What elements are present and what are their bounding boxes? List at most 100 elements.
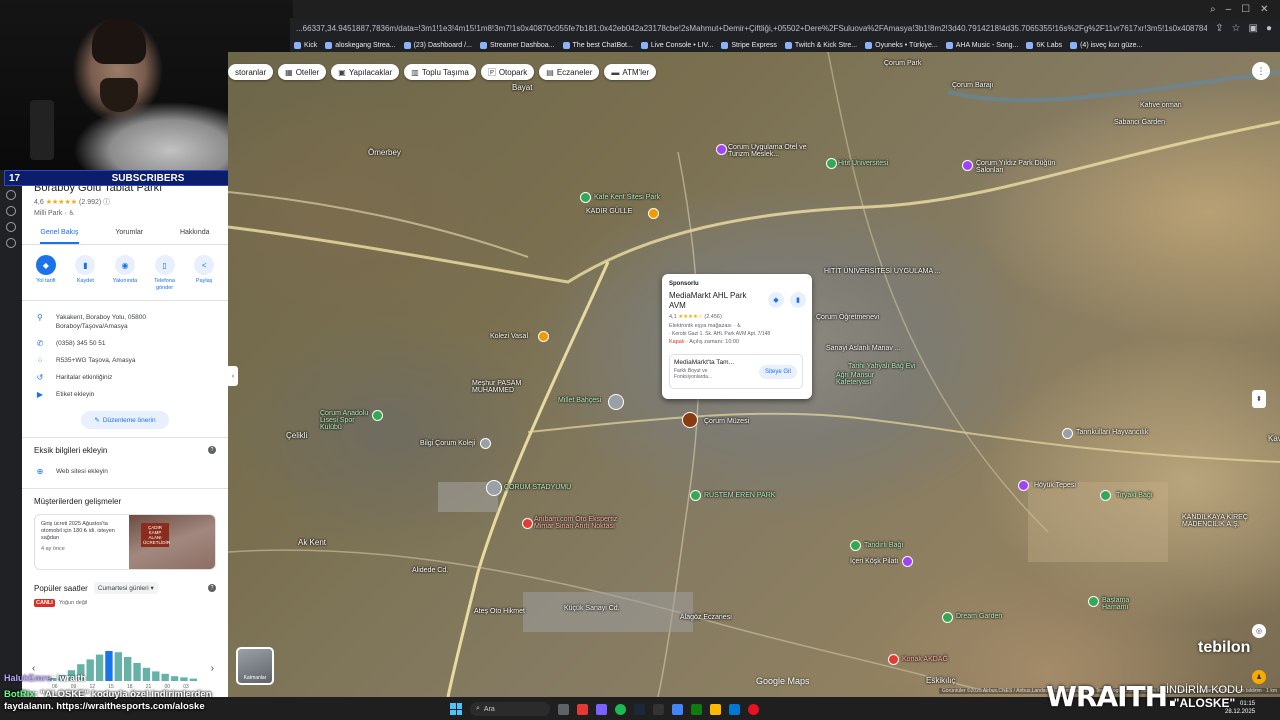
garden-pin[interactable]: [942, 612, 953, 623]
action-2[interactable]: ◉ Yakınında: [107, 255, 143, 292]
extension-icon[interactable]: ▣: [1249, 23, 1258, 34]
windows-start-icon[interactable]: [450, 703, 462, 715]
taskbar-search[interactable]: ⌕ Ara: [470, 702, 550, 716]
tab-about[interactable]: Hakkında: [180, 229, 210, 244]
tab-reviews[interactable]: Yorumlar: [115, 229, 143, 244]
park-pin[interactable]: [690, 490, 701, 501]
school-pin[interactable]: [716, 144, 727, 155]
folder-icon[interactable]: [710, 703, 721, 715]
steam-icon[interactable]: [634, 703, 645, 715]
school-pin[interactable]: [480, 438, 491, 449]
recent-icon[interactable]: [6, 222, 16, 232]
bookmark-item[interactable]: Oyuneks • Türkiye...: [865, 41, 938, 49]
action-3[interactable]: ▯ Telefona gönder: [147, 255, 183, 292]
search-tabs-icon[interactable]: ⌕: [1210, 4, 1216, 15]
address-bar[interactable]: ...66337,34.9451887,7836m/data=!3m1!1e3!…: [290, 18, 1280, 38]
profile-icon[interactable]: ●: [1266, 23, 1272, 34]
add-label-row[interactable]: ▶ Etiket ekleyin: [22, 386, 228, 403]
street-view-icon[interactable]: ♟: [1252, 670, 1266, 684]
sports-pin[interactable]: [372, 410, 383, 421]
bookmark-item[interactable]: aloskegang Strea...: [325, 41, 396, 49]
spotify-icon[interactable]: [615, 703, 626, 715]
bookmark-item[interactable]: The best ChatBot...: [562, 41, 633, 49]
category-chip[interactable]: ▬ ATM'ler: [604, 64, 657, 80]
bookmark-star-icon[interactable]: ☆: [1232, 23, 1241, 34]
action-4[interactable]: < Paylaş: [186, 255, 222, 292]
suggest-edit-button[interactable]: ✎ Düzenleme önerin: [81, 411, 169, 429]
discord-icon[interactable]: [596, 703, 607, 715]
museum-pin[interactable]: [682, 412, 698, 428]
task-view-icon[interactable]: [558, 703, 569, 715]
bookmark-item[interactable]: Twitch & Kick Stre...: [784, 41, 857, 49]
millet-pin[interactable]: [608, 394, 624, 410]
category-chip[interactable]: ▦ Oteller: [278, 64, 327, 80]
save-icon[interactable]: ▮: [790, 292, 806, 308]
chrome-icon[interactable]: [672, 703, 683, 715]
info-icon[interactable]: ⓘ: [103, 199, 110, 206]
bookmark-item[interactable]: (4) isveç kızı güze...: [1070, 41, 1142, 49]
ad-box[interactable]: MediaMarkt'ta Tam... Farklı Boyut ve Fon…: [669, 354, 803, 389]
action-1[interactable]: ▮ Kaydet: [67, 255, 103, 292]
maximize-icon[interactable]: ☐: [1241, 4, 1250, 15]
bookmark-item[interactable]: Live Console • LIV...: [640, 41, 713, 49]
share-icon[interactable]: ⇪: [1215, 23, 1223, 34]
food-pin[interactable]: [648, 208, 659, 219]
bookmark-item[interactable]: 6K Labs: [1026, 41, 1062, 49]
category-chip[interactable]: storanlar: [228, 64, 274, 80]
settings-icon[interactable]: [6, 238, 16, 248]
place-rating-count[interactable]: (2.992): [79, 199, 101, 206]
opera-icon[interactable]: [577, 703, 588, 715]
sight-pin[interactable]: [902, 556, 913, 567]
help-icon[interactable]: ?: [208, 584, 216, 592]
tab-overview[interactable]: Genel Bakış: [40, 229, 79, 244]
bookmark-item[interactable]: Kick: [294, 41, 317, 49]
address-row[interactable]: ⚲ Yakakent, Boraboy Yolu, 05800 Boraboy/T…: [22, 309, 228, 335]
help-icon[interactable]: ?: [208, 446, 216, 454]
action-0[interactable]: ◆ Yol tarifi: [28, 255, 64, 292]
pegman-icon[interactable]: ⬍: [1252, 390, 1266, 408]
park-pin[interactable]: [826, 158, 837, 169]
sponsored-title[interactable]: MediaMarkt AHL Park AVM: [669, 291, 759, 311]
park-pin[interactable]: [1088, 596, 1099, 607]
minimize-icon[interactable]: –: [1226, 4, 1232, 15]
my-location-icon[interactable]: ◎: [1252, 624, 1266, 638]
service-pin[interactable]: [522, 518, 533, 529]
update-card[interactable]: Giriş ücreti 2025 Ağustos'ta otomobil iç…: [34, 514, 216, 570]
bookmark-item[interactable]: AHA Music - Song...: [945, 41, 1018, 49]
visit-site-button[interactable]: Siteye Git: [758, 365, 797, 379]
hill-pin[interactable]: [1018, 480, 1029, 491]
bookmark-item[interactable]: Streamer Dashboa...: [479, 41, 555, 49]
phone-row[interactable]: ✆ (0358) 345 50 51: [22, 335, 228, 352]
park-pin[interactable]: [580, 192, 591, 203]
venue-pin[interactable]: [962, 160, 973, 171]
bookmark-item[interactable]: (23) Dashboard /...: [403, 41, 472, 49]
xbox-icon[interactable]: [691, 703, 702, 715]
stadium-pin[interactable]: [486, 480, 502, 496]
day-select[interactable]: Cumartesi günleri ▾: [93, 582, 158, 594]
store-icon[interactable]: [729, 703, 740, 715]
category-chip[interactable]: ▤ Eczaneler: [539, 64, 600, 80]
obs-icon[interactable]: [748, 703, 759, 715]
category-chip[interactable]: 🄿 Otopark: [480, 64, 535, 80]
directions-icon[interactable]: ◆: [768, 292, 784, 308]
restaurant-pin[interactable]: [538, 331, 549, 342]
sponsored-place-card[interactable]: Sponsorlu MediaMarkt AHL Park AVM 4,1 ★★…: [662, 274, 812, 399]
category-chip[interactable]: ▥ Toplu Taşıma: [404, 64, 476, 80]
park-pin[interactable]: [1100, 490, 1111, 501]
layers-button[interactable]: Katmanlar: [236, 647, 274, 685]
plus-code-row[interactable]: ⁘ R535+WG Taşova, Amasya: [22, 352, 228, 369]
menu-icon[interactable]: [6, 190, 16, 200]
park-pin[interactable]: [850, 540, 861, 551]
saved-icon[interactable]: [6, 206, 16, 216]
category-chip[interactable]: ▣ Yapılacaklar: [331, 64, 400, 80]
apps-grid-icon[interactable]: ⋮: [1252, 62, 1270, 80]
close-icon[interactable]: ✕: [1260, 4, 1268, 15]
epic-games-icon[interactable]: [653, 703, 664, 715]
satellite-map[interactable]: storanlar ▦ Oteller ▣ Yapılacaklar ▥ Toplu Taş…: [228, 52, 1280, 697]
food-pin[interactable]: [888, 654, 899, 665]
bookmark-item[interactable]: Stripe Express: [721, 41, 777, 49]
collapse-panel-button[interactable]: ‹: [228, 366, 238, 386]
add-website-row[interactable]: ⊕ Web sitesi ekleyin: [22, 463, 228, 480]
farm-pin[interactable]: [1062, 428, 1073, 439]
maps-activity-row[interactable]: ↺ Haritalar etkinliğiniz: [22, 369, 228, 386]
